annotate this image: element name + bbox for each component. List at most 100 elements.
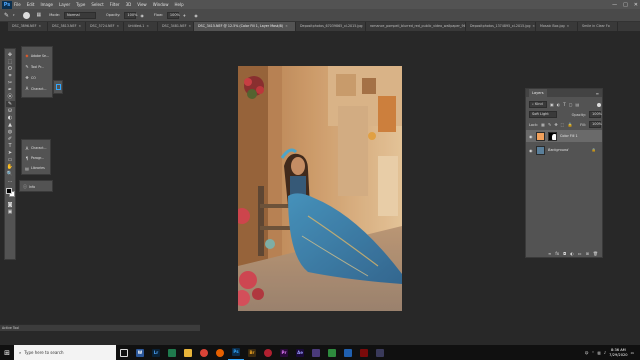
app-icon-green[interactable] [324,345,340,360]
lock-image-icon[interactable]: ✎ [548,122,551,127]
path-select-tool-icon[interactable]: ➤ [6,150,15,156]
eye-icon[interactable]: ◉ [529,148,533,153]
doc-tab[interactable]: Untitled-1 ✕ [124,22,158,31]
menu-edit[interactable]: Edit [27,2,35,7]
network-icon[interactable]: ▥ [597,351,600,355]
doc-tab[interactable]: Depositphotos_1374895_xl-2015.jpg ✕ [466,22,536,31]
chrome-icon[interactable] [196,345,212,360]
panel-paragraph[interactable]: ¶ Paragr... [25,153,47,163]
quick-select-tool-icon[interactable]: ⌗ [6,73,15,79]
filter-toggle-icon[interactable] [597,102,601,107]
panel-character-2[interactable]: A Charact... [25,143,47,153]
media-player-icon[interactable] [308,345,324,360]
brush-tool-icon[interactable]: ✎ [4,12,9,19]
close-tab-icon[interactable]: ✕ [285,22,288,31]
windows-start-icon[interactable]: ⊞ [0,345,14,360]
filter-type-icon[interactable]: T [563,102,565,107]
close-tab-icon[interactable]: ✕ [188,22,191,31]
doc-tab[interactable]: Mosaic Box.jpg ✕ [536,22,578,31]
panel-tool-presets[interactable]: ✎ Tool Pr... [25,61,49,72]
eraser-tool-icon[interactable]: ▲ [6,122,15,128]
people-icon[interactable]: ☺ [585,351,589,355]
close-tab-icon[interactable]: ✕ [532,22,535,31]
close-button[interactable]: ✕ [634,2,638,8]
hand-tool-icon[interactable]: ✋ [6,164,15,170]
foreground-color-swatch[interactable] [6,188,12,194]
brush-size-picker[interactable] [22,11,30,19]
marquee-tool-icon[interactable]: ⬚ [6,59,15,65]
doc-tab[interactable]: romance_pompeii_blurred_red_public_video… [366,22,466,31]
doc-tab[interactable]: Depositphotos_67039865_xl-2015.jpg✕ [296,22,366,31]
pen-tool-icon[interactable]: ✐ [6,136,15,142]
lasso-tool-icon[interactable]: ʘ [6,66,15,72]
firefox-icon[interactable] [212,345,228,360]
brush-settings-icon[interactable]: ▦ [37,12,42,18]
lock-artboard-icon[interactable]: ⬚ [561,122,565,127]
brush-tool-icon[interactable]: ✎ [5,101,15,107]
adjustment-layer-icon[interactable]: ◐ [570,251,574,256]
lightroom-icon[interactable]: Lr [148,345,164,360]
after-effects-icon[interactable]: Ae [292,345,308,360]
menu-view[interactable]: View [137,2,147,7]
chevron-down-icon[interactable]: ▾ [13,13,15,17]
eyedropper-tool-icon[interactable]: ✒ [6,87,15,93]
menu-3d[interactable]: 3D [126,2,132,7]
trash-icon[interactable]: 🗑 [593,251,598,256]
volume-icon[interactable]: ♪ [604,351,606,355]
shape-tool-icon[interactable]: ▭ [6,157,15,163]
pressure-opacity-icon[interactable]: ◉ [140,13,144,18]
crop-tool-icon[interactable]: ✂ [6,80,15,86]
blend-mode-select[interactable]: Soft Light [529,111,557,118]
panel-libraries[interactable]: ▤ Libraries [25,163,47,173]
mode-select[interactable]: Normal [64,11,96,19]
layer-opacity-field[interactable]: 100% [589,111,602,118]
doc-tab[interactable]: DSC_5724.NEF ✕ [86,22,124,31]
panel-info[interactable]: ⓘ Info [23,184,49,190]
panel-character[interactable]: A Charact... [25,83,49,94]
opacity-field[interactable]: 100% [124,11,137,19]
doc-tab[interactable]: DSC_5813.NEF ✕ [48,22,86,31]
maximize-button[interactable]: □ [623,2,628,8]
add-mask-icon[interactable]: ◘ [563,251,566,256]
lock-all-icon[interactable]: 🔒 [567,122,572,127]
new-layer-icon[interactable]: ⊞ [586,251,589,256]
record-icon[interactable] [260,345,276,360]
filter-smart-icon[interactable]: ▤ [576,102,580,107]
menu-file[interactable]: File [14,2,21,7]
doc-tab[interactable]: DSC_3481.NEF ✕ [158,22,194,31]
doc-tab-active[interactable]: DSC_3415.NEF @ 12.5% (Color Fill 1, Laye… [194,22,296,31]
clone-stamp-tool-icon[interactable]: ⛁ [6,108,15,114]
chevron-up-icon[interactable]: ⌃ [591,351,594,355]
taskbar-search[interactable]: ⌕ Type here to search [14,345,116,360]
explorer-icon[interactable] [180,345,196,360]
panel-co[interactable]: ✥ CO [25,72,49,83]
menu-window[interactable]: Window [153,2,169,7]
filter-adjust-icon[interactable]: ◐ [557,102,561,107]
fill-field[interactable]: 100% [589,121,602,128]
color-swatches[interactable] [5,187,15,199]
close-tab-icon[interactable]: ✕ [567,22,570,31]
fx-icon[interactable]: fx [555,251,559,256]
link-layers-icon[interactable]: ∞ [548,251,551,256]
gradient-tool-icon[interactable]: ◍ [6,129,15,135]
layer-row-color-fill[interactable]: ◉ Color Fill 1 [526,130,602,142]
filter-shape-icon[interactable]: ▢ [569,102,573,107]
airbrush-icon[interactable]: ✈ [183,13,186,18]
panel-adobe-stock[interactable]: ◆ Adobe Se... [25,50,49,61]
acrobat-icon[interactable] [356,345,372,360]
move-tool-icon[interactable]: ✥ [6,52,15,58]
tab-layers[interactable]: Layers [529,89,547,97]
menu-type[interactable]: Type [76,2,85,7]
close-tab-icon[interactable]: ✕ [116,22,119,31]
menu-image[interactable]: Image [40,2,53,7]
group-icon[interactable]: ▭ [578,251,582,256]
more-tools-icon[interactable]: … [6,178,15,184]
word-icon[interactable]: W [132,345,148,360]
doc-tab[interactable]: DSC_3896.NEF ✕ [8,22,48,31]
panel-color-strip[interactable] [53,80,63,94]
close-tab-icon[interactable]: ✕ [38,22,41,31]
app-icon-dark[interactable] [372,345,388,360]
layer-mask-thumbnail[interactable] [548,131,557,141]
menu-layer[interactable]: Layer [59,2,70,7]
filter-pixel-icon[interactable]: ▣ [550,102,554,107]
